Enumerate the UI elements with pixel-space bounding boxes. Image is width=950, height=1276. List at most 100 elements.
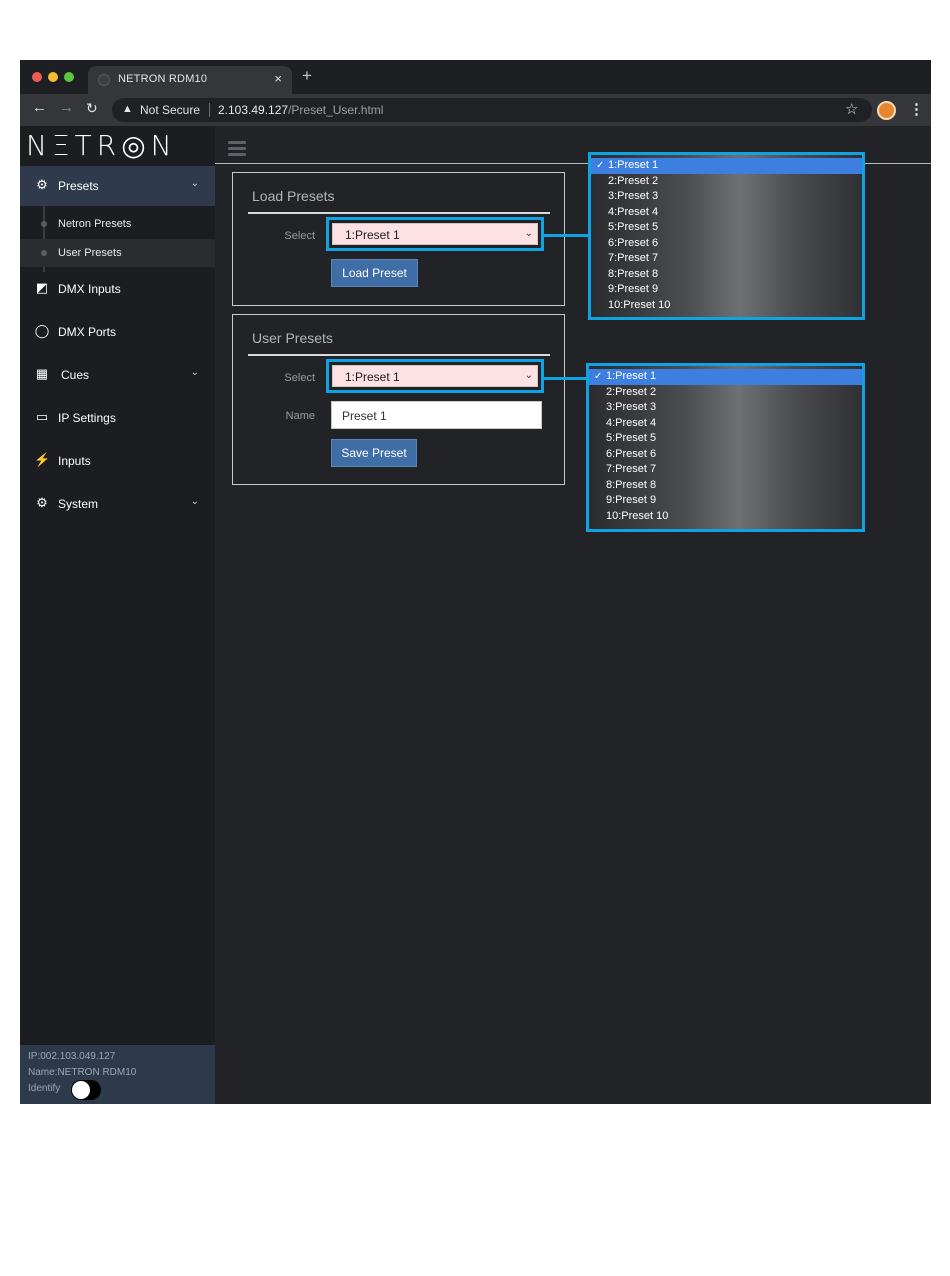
checkmark-icon: ✓ xyxy=(596,160,605,171)
identify-toggle[interactable] xyxy=(71,1080,101,1100)
device-name: Name:NETRON RDM10 xyxy=(28,1067,137,1078)
new-tab-button[interactable]: + xyxy=(302,67,312,84)
hamburger-menu-icon[interactable] xyxy=(228,141,246,158)
plug-icon: ⚡ xyxy=(34,452,51,467)
load-presets-panel: Load Presets Select 1:Preset 1 ⌄ Load Pr… xyxy=(232,172,565,306)
dropdown-option[interactable]: 2:Preset 2 xyxy=(589,385,862,401)
profile-avatar[interactable] xyxy=(877,101,896,120)
dropdown-option[interactable]: 3:Preset 3 xyxy=(589,400,862,416)
sidebar-item-label: DMX Ports xyxy=(58,325,117,339)
save-preset-button[interactable]: Save Preset xyxy=(331,439,417,467)
panel-title: User Presets xyxy=(252,330,333,346)
sidebar-subitem-netron-presets[interactable]: Netron Presets xyxy=(20,210,215,238)
user-preset-dropdown-list: ✓ 1:Preset 1 2:Preset 2 3:Preset 3 4:Preset … xyxy=(586,363,865,532)
sidebar-item-label: Inputs xyxy=(58,454,91,468)
sidebar-item-cues[interactable]: ▦ Cues ⌄ xyxy=(20,355,215,395)
url-path: /Preset_User.html xyxy=(288,103,384,117)
tab-close-icon[interactable]: × xyxy=(274,71,282,86)
preset-name-input[interactable]: Preset 1 xyxy=(331,401,542,429)
sidebar-item-ip-settings[interactable]: ▭ IP Settings xyxy=(20,398,215,438)
user-preset-select[interactable]: 1:Preset 1 ⌄ xyxy=(332,365,538,387)
user-preset-select-highlight: 1:Preset 1 ⌄ xyxy=(326,359,544,393)
device-ip: IP:002.103.049.127 xyxy=(28,1051,116,1062)
dropdown-option[interactable]: 2:Preset 2 xyxy=(591,174,862,190)
callout-connector xyxy=(544,377,588,380)
callout-connector xyxy=(544,234,590,237)
forward-arrow-icon[interactable]: → xyxy=(59,100,74,115)
sidebar-item-inputs[interactable]: ⚡ Inputs xyxy=(20,441,215,481)
edit-icon: ◩ xyxy=(35,280,49,295)
dropdown-option[interactable]: 7:Preset 7 xyxy=(589,462,862,478)
dropdown-option[interactable]: 6:Preset 6 xyxy=(591,236,862,252)
name-label: Name xyxy=(285,410,315,422)
dropdown-option[interactable]: 7:Preset 7 xyxy=(591,251,862,267)
security-label[interactable]: Not Secure xyxy=(140,103,200,117)
dropdown-option[interactable]: 8:Preset 8 xyxy=(589,478,862,494)
dropdown-option[interactable]: 3:Preset 3 xyxy=(591,189,862,205)
sidebar-subitem-user-presets[interactable]: User Presets xyxy=(20,239,215,267)
film-icon: ▦ xyxy=(35,366,49,381)
sidebar-item-dmx-inputs[interactable]: ◩ DMX Inputs xyxy=(20,269,215,309)
sidebar-subitem-label: User Presets xyxy=(58,247,122,259)
sidebar-item-dmx-ports[interactable]: ◯ DMX Ports xyxy=(20,312,215,352)
circle-icon: ◯ xyxy=(34,323,50,338)
minimize-window-button[interactable] xyxy=(48,72,58,82)
close-window-button[interactable] xyxy=(32,72,42,82)
load-preset-button[interactable]: Load Preset xyxy=(331,259,418,287)
dropdown-option-label: 1:Preset 1 xyxy=(606,370,657,382)
maximize-window-button[interactable] xyxy=(64,72,74,82)
divider xyxy=(209,103,210,117)
browser-menu-icon[interactable]: ⋮ xyxy=(909,100,924,118)
panel-divider xyxy=(248,212,550,214)
load-preset-select-highlight: 1:Preset 1 ⌄ xyxy=(326,217,544,251)
dropdown-option[interactable]: 4:Preset 4 xyxy=(591,205,862,221)
sidebar-item-presets[interactable]: ⚙ Presets ⌄ xyxy=(20,166,215,206)
toggle-knob xyxy=(72,1081,90,1099)
sidebar-item-label: Cues xyxy=(61,368,90,382)
identify-label: Identify xyxy=(28,1083,61,1094)
select-label: Select xyxy=(284,230,315,242)
url-text[interactable]: 2.103.49.127/Preset_User.html xyxy=(218,103,383,117)
dropdown-option[interactable]: 10:Preset 10 xyxy=(591,298,862,314)
sidebar: NΞTR◎N ⚙ Presets ⌄ Netron Presets User P… xyxy=(20,126,215,1104)
back-arrow-icon[interactable]: ← xyxy=(32,100,47,115)
chevron-down-icon: ⌄ xyxy=(524,228,533,239)
gear-icon: ⚙ xyxy=(36,177,48,192)
bookmark-star-icon[interactable]: ☆ xyxy=(845,100,858,118)
chevron-down-icon: ⌄ xyxy=(524,370,533,381)
reload-icon[interactable]: ↻ xyxy=(86,101,98,115)
select-value: 1:Preset 1 xyxy=(345,228,400,242)
dropdown-option[interactable]: 6:Preset 6 xyxy=(589,447,862,463)
favicon-icon xyxy=(98,74,110,86)
dropdown-option[interactable]: 4:Preset 4 xyxy=(589,416,862,432)
dropdown-option[interactable]: 9:Preset 9 xyxy=(591,282,862,298)
panel-divider xyxy=(248,354,550,356)
select-label: Select xyxy=(284,372,315,384)
chevron-down-icon: ⌄ xyxy=(190,496,199,507)
bullet-icon xyxy=(41,221,47,227)
select-value: 1:Preset 1 xyxy=(345,370,400,384)
dropdown-option[interactable]: 8:Preset 8 xyxy=(591,267,862,283)
sidebar-item-label: DMX Inputs xyxy=(58,282,121,296)
dropdown-option[interactable]: 5:Preset 5 xyxy=(591,220,862,236)
tab-title: NETRON RDM10 xyxy=(118,73,208,85)
device-info-footer: IP:002.103.049.127 Name:NETRON RDM10 Ide… xyxy=(20,1045,215,1104)
dropdown-option[interactable]: 5:Preset 5 xyxy=(589,431,862,447)
panel-title: Load Presets xyxy=(252,188,335,204)
browser-toolbar: ← → ↻ ▲ Not Secure 2.103.49.127/Preset_U… xyxy=(20,94,931,126)
sidebar-item-system[interactable]: ⚙ System ⌄ xyxy=(20,484,215,524)
checkmark-icon: ✓ xyxy=(594,371,603,382)
dropdown-option[interactable]: 9:Preset 9 xyxy=(589,493,862,509)
address-bar[interactable]: ▲ Not Secure 2.103.49.127/Preset_User.ht… xyxy=(112,98,872,122)
sidebar-subitem-label: Netron Presets xyxy=(58,218,132,230)
browser-tab[interactable]: NETRON RDM10 × xyxy=(88,66,292,94)
dropdown-option[interactable]: ✓ 1:Preset 1 xyxy=(589,369,862,385)
dropdown-option[interactable]: 10:Preset 10 xyxy=(589,509,862,525)
user-presets-panel: User Presets Select 1:Preset 1 ⌄ Name Pr… xyxy=(232,314,565,485)
dropdown-option[interactable]: ✓ 1:Preset 1 xyxy=(591,158,862,174)
load-preset-dropdown-list: ✓ 1:Preset 1 2:Preset 2 3:Preset 3 4:Preset … xyxy=(588,152,865,320)
warning-icon[interactable]: ▲ xyxy=(122,103,133,115)
load-preset-select[interactable]: 1:Preset 1 ⌄ xyxy=(332,223,538,245)
gear-icon: ⚙ xyxy=(36,495,48,510)
chevron-down-icon: ⌄ xyxy=(190,178,199,189)
